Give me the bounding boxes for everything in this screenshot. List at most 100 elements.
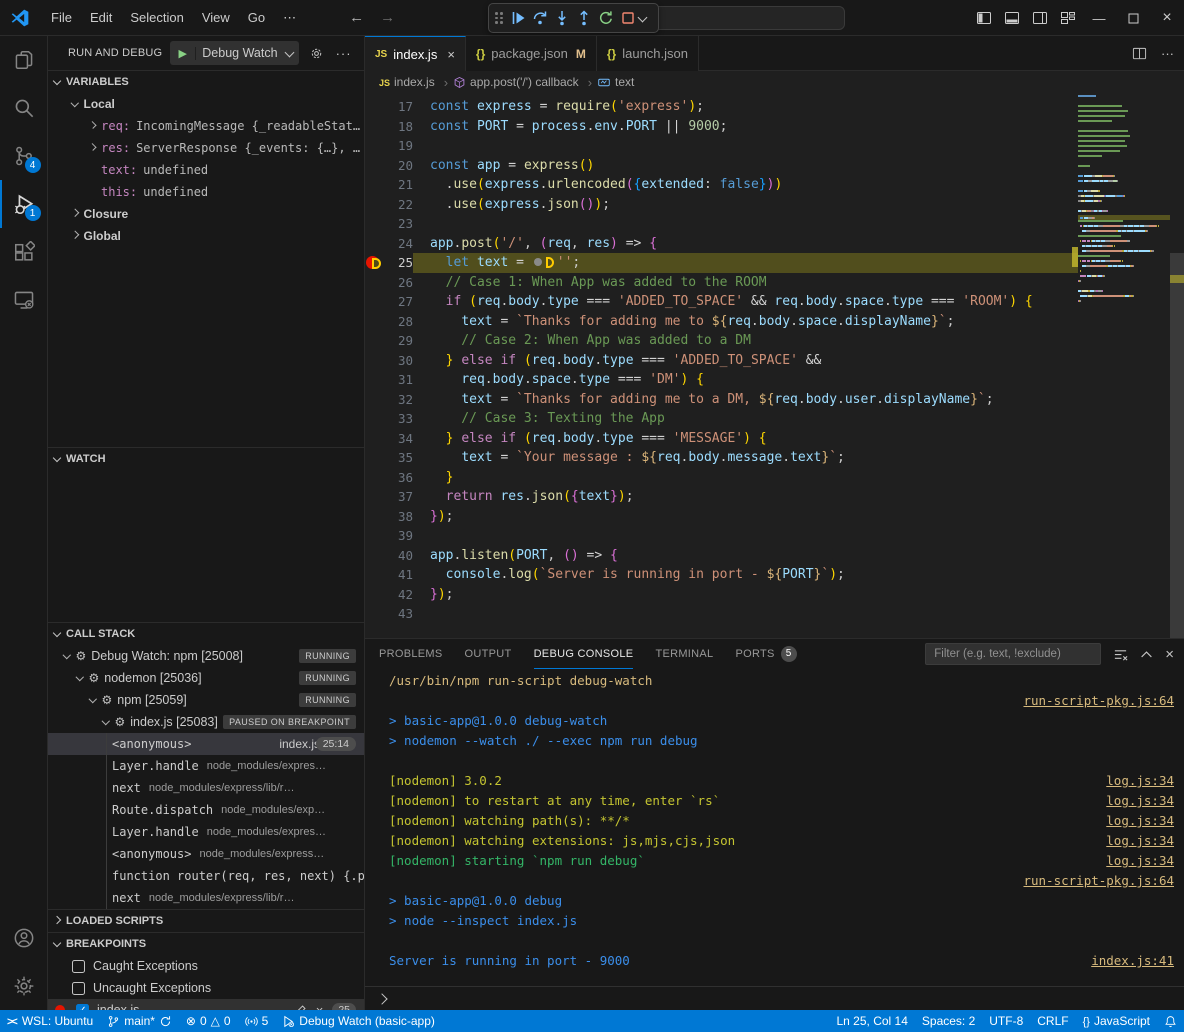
variable-row[interactable]: text:undefined bbox=[48, 159, 364, 181]
debug-restart-button[interactable] bbox=[595, 6, 617, 30]
gutter-glyph[interactable] bbox=[365, 214, 385, 234]
nav-forward-icon[interactable]: → bbox=[380, 9, 395, 26]
minimize-button[interactable]: — bbox=[1082, 0, 1116, 36]
start-debug-icon[interactable]: ▶ bbox=[170, 47, 196, 60]
maximize-panel-icon[interactable] bbox=[1140, 648, 1153, 661]
menu-view[interactable]: View bbox=[193, 6, 239, 30]
gutter-glyph[interactable] bbox=[365, 429, 385, 449]
maximize-button[interactable] bbox=[1116, 0, 1150, 36]
gutter-glyph[interactable] bbox=[365, 136, 385, 156]
minimap[interactable] bbox=[1078, 93, 1170, 638]
loaded-scripts-header[interactable]: LOADED SCRIPTS bbox=[48, 910, 364, 932]
breadcrumb-item[interactable]: app.post('/') callback bbox=[453, 75, 579, 89]
tab-index.js[interactable]: JSindex.js× bbox=[365, 36, 466, 71]
gutter-glyph[interactable] bbox=[365, 507, 385, 527]
variable-row[interactable]: this:undefined bbox=[48, 181, 364, 203]
debug-session-row[interactable]: ⚙Debug Watch: npm [25008]RUNNING bbox=[48, 645, 364, 667]
activity-explorer[interactable] bbox=[0, 36, 48, 84]
split-editor-icon[interactable] bbox=[1132, 46, 1147, 61]
menu-file[interactable]: File bbox=[42, 6, 81, 30]
call-stack-header[interactable]: CALL STACK bbox=[48, 623, 364, 645]
gutter-glyph[interactable] bbox=[365, 331, 385, 351]
panel-tab-terminal[interactable]: TERMINAL bbox=[655, 639, 713, 669]
menu-go[interactable]: Go bbox=[239, 6, 274, 30]
code-text[interactable]: req.body.space.type === 'DM') { bbox=[413, 370, 1078, 390]
editor-scrollbar[interactable] bbox=[1170, 93, 1184, 638]
gutter-glyph[interactable] bbox=[365, 604, 385, 624]
stop-dropdown-icon[interactable] bbox=[638, 12, 648, 22]
gutter-glyph[interactable] bbox=[365, 156, 385, 176]
code-text[interactable] bbox=[413, 526, 1078, 546]
breakpoint-row-index.js[interactable]: ✓index.js×25 bbox=[48, 999, 364, 1010]
activity-remote-explorer[interactable] bbox=[0, 276, 48, 324]
gutter-glyph[interactable] bbox=[365, 351, 385, 371]
console-source-link[interactable]: log.js:34 bbox=[1106, 831, 1174, 851]
status-remote-indicator[interactable]: ><WSL: Ubuntu bbox=[0, 1010, 100, 1032]
toggle-sidebar-icon[interactable] bbox=[970, 4, 998, 32]
debug-step-out-button[interactable] bbox=[573, 6, 595, 30]
breadcrumb-item[interactable]: text bbox=[597, 75, 634, 89]
editor-more-actions-icon[interactable]: ··· bbox=[1161, 46, 1174, 61]
breakpoint-row-caught-exceptions[interactable]: Caught Exceptions bbox=[48, 955, 364, 977]
launch-config-dropdown[interactable]: ▶ Debug Watch bbox=[170, 41, 298, 65]
code-text[interactable]: const PORT = process.env.PORT || 9000; bbox=[413, 117, 1078, 137]
scrollbar-thumb[interactable] bbox=[1170, 253, 1184, 638]
gutter-glyph[interactable] bbox=[365, 565, 385, 585]
variables-scope-global[interactable]: Global bbox=[48, 225, 364, 247]
stack-frame-row[interactable]: <anonymous>node_modules/express… bbox=[48, 843, 364, 865]
variables-scope-closure[interactable]: Closure bbox=[48, 203, 364, 225]
console-source-link[interactable]: index.js:41 bbox=[1091, 951, 1174, 971]
gutter-glyph[interactable] bbox=[365, 370, 385, 390]
views-more-actions-icon[interactable]: ··· bbox=[336, 46, 352, 61]
status-debug-session[interactable]: Debug Watch (basic-app) bbox=[275, 1010, 442, 1032]
variables-header[interactable]: VARIABLES bbox=[48, 71, 364, 93]
activity-search[interactable] bbox=[0, 84, 48, 132]
activity-accounts[interactable] bbox=[0, 914, 48, 962]
console-filter-input[interactable] bbox=[925, 643, 1101, 665]
toggle-panel-icon[interactable] bbox=[998, 4, 1026, 32]
tab-package.json[interactable]: {}package.jsonM bbox=[466, 36, 597, 71]
code-text[interactable] bbox=[413, 214, 1078, 234]
stack-frame-row[interactable]: Layer.handlenode_modules/expres… bbox=[48, 755, 364, 777]
code-text[interactable]: app.listen(PORT, () => { bbox=[413, 546, 1078, 566]
code-text[interactable]: .use(express.json()); bbox=[413, 195, 1078, 215]
gutter-glyph[interactable] bbox=[365, 526, 385, 546]
code-text[interactable]: text = `Your message : ${req.body.messag… bbox=[413, 448, 1078, 468]
clear-console-icon[interactable] bbox=[1113, 647, 1128, 662]
gutter-glyph[interactable] bbox=[365, 487, 385, 507]
close-tab-icon[interactable]: × bbox=[447, 47, 455, 62]
code-text[interactable]: app.post('/', (req, res) => { bbox=[413, 234, 1078, 254]
debug-step-into-button[interactable] bbox=[551, 6, 573, 30]
close-window-button[interactable]: × bbox=[1150, 0, 1184, 36]
gutter-glyph[interactable] bbox=[365, 195, 385, 215]
debug-settings-gear-icon[interactable] bbox=[309, 46, 324, 61]
code-text[interactable]: }); bbox=[413, 585, 1078, 605]
console-source-link[interactable]: run-script-pkg.js:64 bbox=[1023, 871, 1174, 891]
code-text[interactable]: if (req.body.type === 'ADDED_TO_SPACE' &… bbox=[413, 292, 1078, 312]
code-text[interactable] bbox=[413, 136, 1078, 156]
gutter-glyph[interactable] bbox=[365, 292, 385, 312]
code-text[interactable]: // Case 3: Texting the App bbox=[413, 409, 1078, 429]
console-source-link[interactable]: log.js:34 bbox=[1106, 851, 1174, 871]
code-text[interactable]: } else if (req.body.type === 'MESSAGE') … bbox=[413, 429, 1078, 449]
gutter-glyph[interactable] bbox=[365, 234, 385, 254]
console-source-link[interactable]: run-script-pkg.js:64 bbox=[1023, 691, 1174, 711]
code-text[interactable] bbox=[413, 604, 1078, 624]
debug-console-input[interactable] bbox=[365, 986, 1184, 1010]
panel-tab-output[interactable]: OUTPUT bbox=[465, 639, 512, 669]
code-text[interactable]: let text = ''; bbox=[413, 253, 1078, 273]
nav-back-icon[interactable]: ← bbox=[349, 9, 364, 26]
breakpoint-checkbox[interactable] bbox=[72, 982, 85, 995]
console-source-link[interactable]: log.js:34 bbox=[1106, 771, 1174, 791]
code-text[interactable]: text = `Thanks for adding me to ${req.bo… bbox=[413, 312, 1078, 332]
menu-more[interactable]: ⋯ bbox=[274, 6, 305, 30]
gutter-glyph[interactable] bbox=[365, 175, 385, 195]
code-text[interactable]: return res.json({text}); bbox=[413, 487, 1078, 507]
variable-row[interactable]: res:ServerResponse {_events: {…}, _ev… bbox=[48, 137, 364, 159]
watch-header[interactable]: WATCH bbox=[48, 448, 364, 470]
code-text[interactable]: text = `Thanks for adding me to a DM, ${… bbox=[413, 390, 1078, 410]
activity-source-control[interactable]: 4 bbox=[0, 132, 48, 180]
toolbar-drag-handle-icon[interactable] bbox=[495, 12, 503, 24]
status-git-branch[interactable]: main* bbox=[100, 1010, 179, 1032]
panel-tab-debug-console[interactable]: DEBUG CONSOLE bbox=[534, 639, 634, 669]
